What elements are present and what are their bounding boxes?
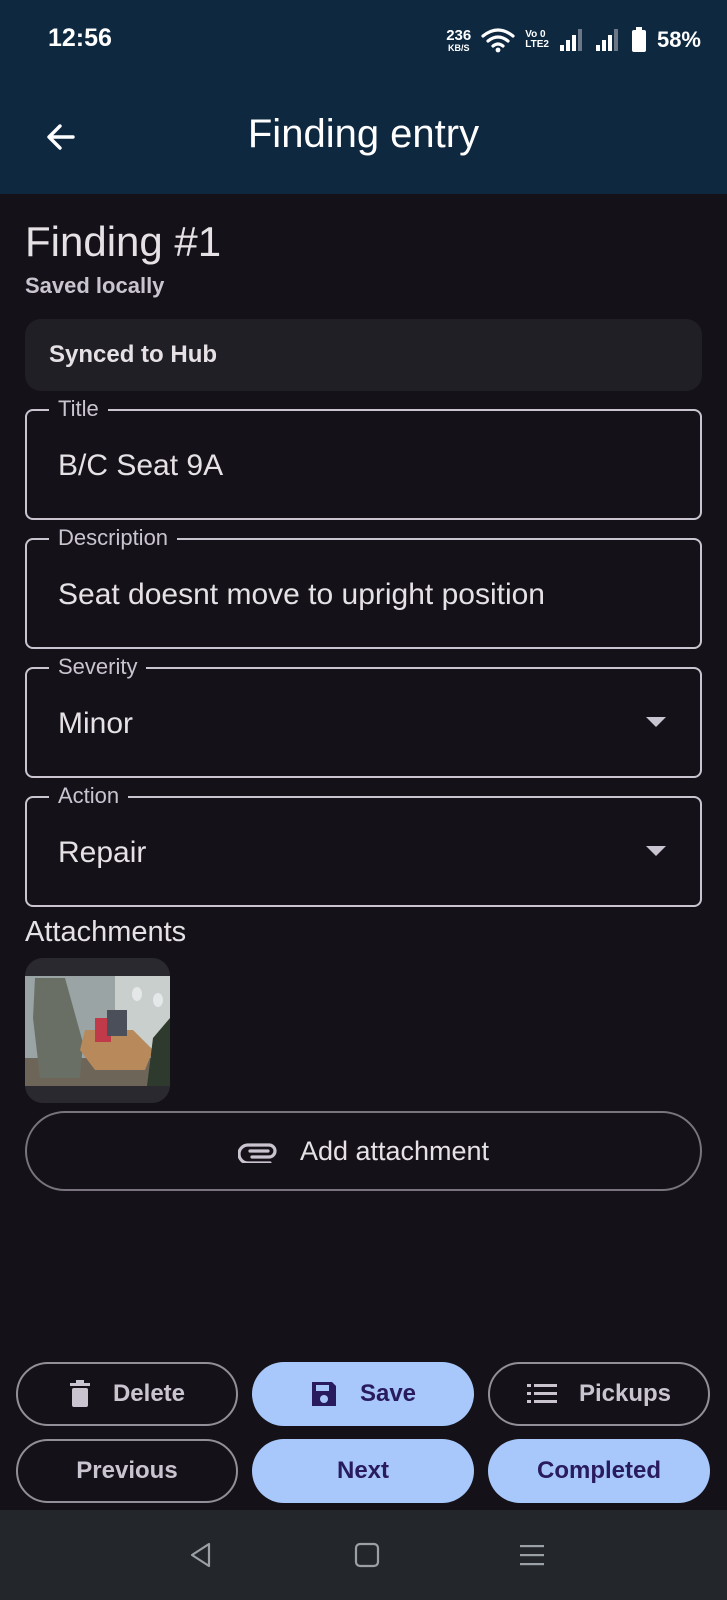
dropdown-arrow-icon	[646, 846, 666, 856]
nav-menu-icon[interactable]	[518, 1541, 546, 1569]
action-dropdown-value: Repair	[58, 836, 147, 869]
signal-icon	[559, 29, 582, 51]
status-time: 12:56	[48, 24, 112, 52]
wifi-icon	[481, 28, 515, 53]
delete-label: Delete	[112, 1380, 186, 1407]
pickups-button[interactable]: Pickups	[488, 1362, 710, 1426]
network-speed-value: 236	[446, 26, 472, 44]
page-title: Finding entry	[247, 112, 480, 156]
title-field[interactable]: Title B/C Seat 9A	[25, 396, 702, 520]
trash-icon	[69, 1380, 90, 1407]
attachments-heading: Attachments	[25, 916, 187, 948]
status-icons: 236 KB/S Vo 0 LTE2 58%	[446, 22, 701, 58]
paperclip-icon	[237, 1143, 277, 1163]
add-attachment-button[interactable]: Add attachment	[25, 1111, 702, 1191]
delete-button[interactable]: Delete	[16, 1362, 238, 1426]
title-field-value: B/C Seat 9A	[58, 449, 224, 482]
severity-dropdown-label: Severity	[49, 654, 147, 680]
system-nav-bar	[0, 1510, 727, 1600]
battery-icon	[631, 27, 646, 52]
sync-status-card: Synced to Hub	[25, 319, 702, 391]
description-field[interactable]: Description Seat doesnt move to upright …	[25, 525, 702, 649]
severity-dropdown[interactable]: Severity Minor	[25, 654, 702, 778]
previous-label: Previous	[76, 1457, 178, 1484]
description-field-value: Seat doesnt move to upright position	[58, 578, 545, 611]
volte-bottom-text: LTE2	[525, 39, 549, 50]
save-label: Save	[359, 1380, 417, 1407]
sync-status-label: Synced to Hub	[49, 341, 218, 368]
description-field-label: Description	[49, 525, 178, 551]
battery-percent: 58%	[656, 27, 701, 52]
dropdown-arrow-icon	[646, 717, 666, 727]
title-field-label: Title	[49, 396, 108, 422]
app-bar: Finding entry	[0, 82, 727, 194]
completed-label: Completed	[536, 1457, 661, 1484]
status-bar: 12:56 236 KB/S Vo 0 LTE2 58%	[0, 0, 727, 82]
nav-home-icon[interactable]	[353, 1541, 381, 1569]
add-attachment-label: Add attachment	[299, 1135, 490, 1166]
save-status: Saved locally	[25, 273, 165, 298]
finding-title: Finding #1	[25, 218, 222, 265]
volte-indicator: Vo 0 LTE2	[525, 29, 549, 51]
pickups-label: Pickups	[578, 1380, 672, 1407]
completed-button[interactable]: Completed	[488, 1439, 710, 1503]
network-speed-unit: KB/S	[447, 42, 470, 53]
network-speed: 236 KB/S	[446, 28, 471, 53]
next-label: Next	[336, 1457, 390, 1484]
attachment-thumbnail[interactable]	[25, 958, 170, 1103]
action-dropdown[interactable]: Action Repair	[25, 783, 702, 907]
save-button[interactable]: Save	[252, 1362, 474, 1426]
save-icon	[311, 1382, 336, 1406]
action-dropdown-label: Action	[49, 783, 129, 809]
next-button[interactable]: Next	[252, 1439, 474, 1503]
list-icon	[526, 1384, 557, 1403]
severity-dropdown-value: Minor	[58, 707, 134, 740]
nav-back-icon[interactable]	[187, 1541, 215, 1569]
signal-icon-secondary	[595, 29, 618, 51]
attachment-photo	[25, 958, 170, 1103]
previous-button[interactable]: Previous	[16, 1439, 238, 1503]
